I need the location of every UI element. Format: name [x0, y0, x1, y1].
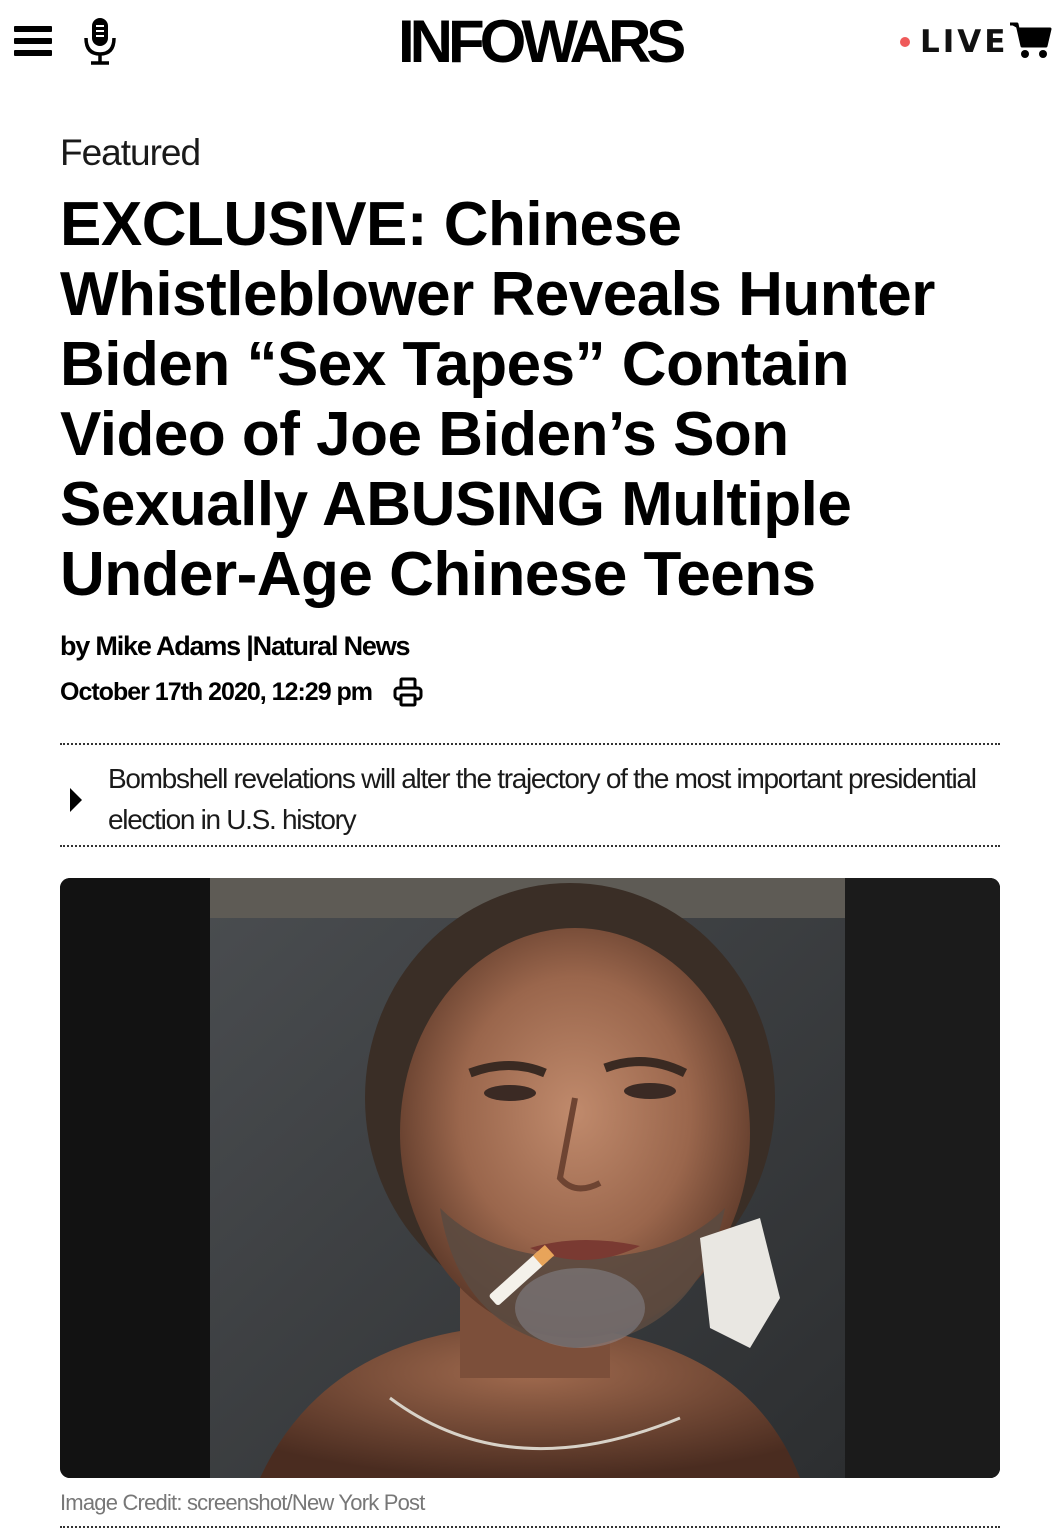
site-logo[interactable]: INFOWARS [398, 10, 686, 74]
summary-top-divider [60, 743, 1000, 745]
publish-date-row: October 17th 2020, 12:29 pm [60, 676, 424, 708]
article-headline: EXCLUSIVE: Chinese Whistleblower Reveals… [60, 190, 935, 609]
microphone-icon[interactable] [80, 16, 120, 66]
publish-date: October 17th 2020, 12:29 pm [60, 677, 373, 706]
author-prefix: by [60, 631, 90, 661]
hamburger-menu-icon[interactable] [14, 22, 52, 60]
source-link[interactable]: Natural News [253, 631, 411, 661]
author-link[interactable]: Mike Adams [95, 631, 241, 661]
live-indicator-dot [900, 37, 910, 47]
summary-text: Bombshell revelations will alter the tra… [108, 763, 977, 835]
category-label[interactable]: Featured [60, 132, 201, 174]
summary-bottom-divider [60, 845, 1000, 847]
article-summary: Bombshell revelations will alter the tra… [60, 758, 1000, 840]
image-credit-source: screenshot/New York Post [186, 1490, 425, 1515]
play-arrow-icon [70, 788, 82, 812]
live-button[interactable]: LIVE [900, 24, 1008, 60]
live-label: LIVE [920, 24, 1009, 60]
image-credit: Image Credit: screenshot/New York Post [60, 1490, 425, 1516]
byline: by Mike Adams |Natural News [60, 631, 411, 662]
print-icon[interactable] [392, 676, 424, 708]
featured-photo-illustration [60, 878, 1000, 1478]
shopping-cart-icon[interactable] [1008, 20, 1052, 60]
image-credit-label: Image Credit: [60, 1490, 182, 1515]
featured-image[interactable] [60, 878, 1000, 1478]
site-header: INFOWARS LIVE [0, 0, 1062, 84]
caption-divider [60, 1526, 1000, 1528]
